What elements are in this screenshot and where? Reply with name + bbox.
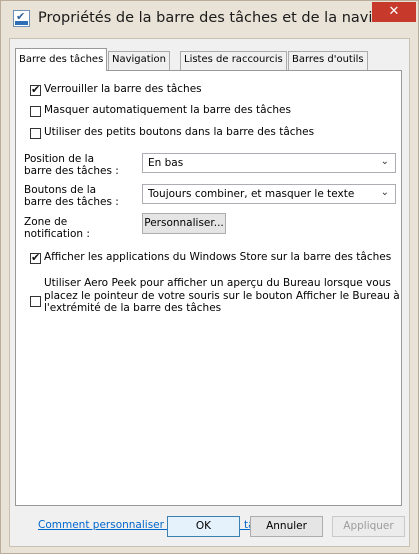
customize-button[interactable]: Personnaliser... bbox=[142, 213, 226, 234]
close-icon: ✕ bbox=[388, 4, 400, 19]
aero-peek-line: placez le pointeur de votre souris sur l… bbox=[44, 289, 400, 302]
buttons-label: Boutons de la barre des tâches : bbox=[24, 184, 119, 208]
buttons-combine-dropdown[interactable]: Toujours combiner, et masquer le texte ⌄ bbox=[142, 184, 396, 204]
store-apps-checkbox[interactable] bbox=[30, 251, 41, 264]
buttons-combine-value: Toujours combiner, et masquer le texte bbox=[148, 188, 355, 200]
chevron-down-icon: ⌄ bbox=[380, 187, 389, 198]
aero-peek-checkbox[interactable] bbox=[30, 296, 41, 307]
tab-taskbar[interactable]: Barre des tâches bbox=[15, 48, 108, 71]
tab-label: Barres d'outils bbox=[292, 54, 364, 65]
aero-peek-line: l'extrémité de la barre des tâches bbox=[44, 302, 222, 314]
autohide-checkbox[interactable] bbox=[30, 106, 41, 117]
close-button[interactable]: ✕ bbox=[372, 2, 416, 22]
autohide-label: Masquer automatiquement la barre des tâc… bbox=[44, 104, 291, 116]
tab-navigation[interactable]: Navigation bbox=[108, 51, 170, 70]
lock-taskbar-label: Verrouiller la barre des tâches bbox=[44, 83, 202, 95]
tab-panel-taskbar: Verrouiller la barre des tâches Masquer … bbox=[15, 70, 402, 531]
taskbar-properties-icon: ✔ bbox=[13, 10, 30, 27]
properties-window: ✔ Propriétés de la barre des tâches et d… bbox=[0, 0, 419, 554]
small-buttons-label: Utiliser des petits boutons dans la barr… bbox=[44, 126, 315, 138]
aero-peek-line: Utiliser Aero Peek pour afficher un aper… bbox=[44, 277, 391, 289]
tab-label: Listes de raccourcis bbox=[184, 54, 283, 65]
chevron-down-icon: ⌄ bbox=[380, 156, 389, 167]
title-bar[interactable]: ✔ Propriétés de la barre des tâches et d… bbox=[1, 1, 418, 38]
tab-jump-lists[interactable]: Listes de raccourcis bbox=[180, 51, 287, 70]
tab-toolbars[interactable]: Barres d'outils bbox=[288, 51, 368, 70]
position-label: Position de la barre des tâches : bbox=[24, 153, 119, 177]
aero-peek-label: Utiliser Aero Peek pour afficher un aper… bbox=[44, 277, 400, 315]
lock-taskbar-checkbox[interactable] bbox=[30, 83, 41, 96]
position-dropdown[interactable]: En bas ⌄ bbox=[142, 153, 396, 173]
tab-label: Barre des tâches bbox=[19, 54, 104, 65]
dialog-body: Barre des tâches Navigation Listes de ra… bbox=[9, 38, 410, 547]
small-buttons-checkbox[interactable] bbox=[30, 128, 41, 139]
ok-button[interactable]: OK bbox=[167, 516, 240, 537]
notification-area-label: Zone de notification : bbox=[24, 216, 90, 240]
apply-button[interactable]: Appliquer bbox=[332, 516, 405, 537]
window-title: Propriétés de la barre des tâches et de … bbox=[38, 10, 373, 26]
position-value: En bas bbox=[148, 157, 184, 169]
store-apps-label: Afficher les applications du Windows Sto… bbox=[44, 251, 392, 263]
tab-label: Navigation bbox=[112, 54, 166, 65]
cancel-button[interactable]: Annuler bbox=[250, 516, 323, 537]
